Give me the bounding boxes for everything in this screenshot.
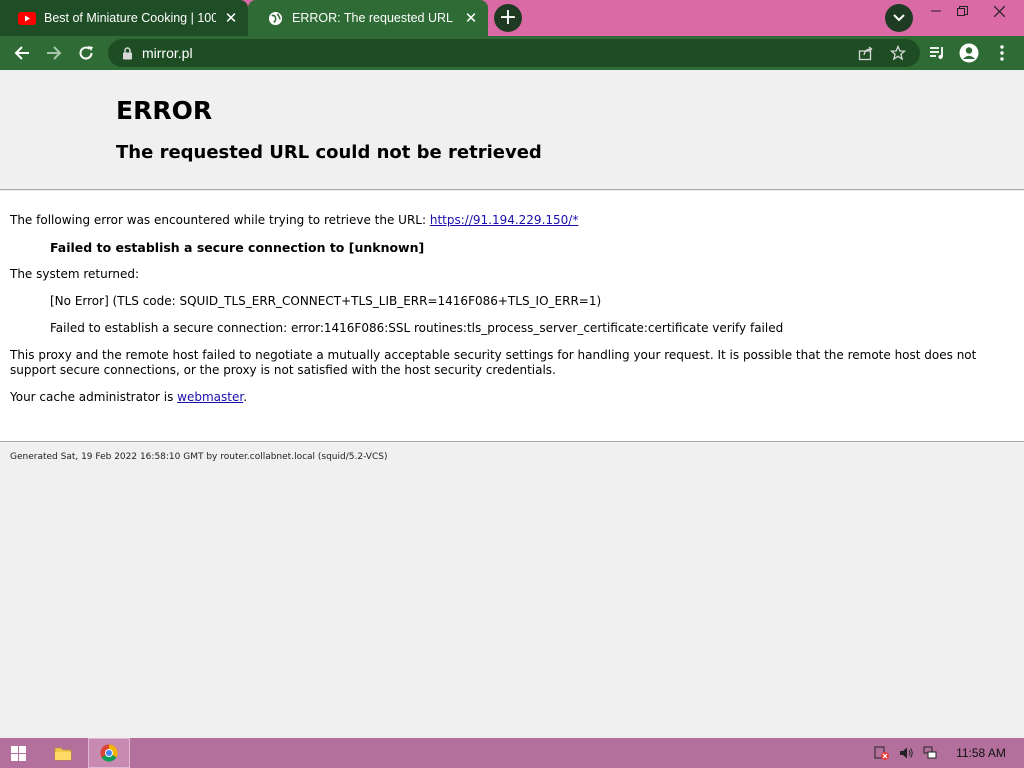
youtube-icon: [18, 9, 36, 27]
page-subtitle: The requested URL could not be retrieved: [116, 142, 542, 163]
forward-arrow-icon: [47, 46, 62, 60]
volume-icon[interactable]: [896, 738, 916, 768]
tab-error-page[interactable]: ERROR: The requested URL could ✕: [248, 0, 488, 36]
error-header: ERROR The requested URL could not be ret…: [0, 70, 1024, 190]
tls-code-text: [No Error] (TLS code: SQUID_TLS_ERR_CONN…: [50, 294, 602, 308]
globe-icon: [266, 9, 284, 27]
forward-button[interactable]: [40, 39, 68, 67]
minimize-icon: [931, 10, 941, 12]
chrome-taskbar-button[interactable]: [88, 738, 130, 768]
windows-logo-icon: [10, 745, 26, 761]
tab-title: ERROR: The requested URL could: [292, 11, 456, 25]
close-tab-icon[interactable]: ✕: [462, 9, 480, 27]
media-control-button[interactable]: [923, 39, 951, 67]
error-heading: Failed to establish a secure connection …: [50, 240, 425, 255]
system-clock[interactable]: 11:58 AM: [948, 738, 1014, 768]
browser-toolbar: mirror.pl: [0, 36, 1024, 70]
tab-title: Best of Miniature Cooking | 1000: [44, 11, 216, 25]
close-window-button[interactable]: [982, 0, 1016, 22]
start-button[interactable]: [0, 738, 36, 768]
menu-button[interactable]: [988, 39, 1016, 67]
share-icon: [858, 46, 873, 61]
chevron-down-icon: [893, 14, 905, 22]
reload-button[interactable]: [72, 39, 100, 67]
back-arrow-icon: [14, 46, 29, 60]
admin-line: Your cache administrator is webmaster.: [10, 390, 247, 404]
restore-button[interactable]: [945, 0, 979, 22]
network-warning-icon[interactable]: [872, 738, 892, 768]
share-button[interactable]: [852, 39, 880, 67]
kebab-menu-icon: [1000, 45, 1004, 61]
folder-icon: [54, 747, 72, 760]
requested-url-link[interactable]: https://91.194.229.150/*: [430, 213, 578, 227]
page-title: ERROR: [116, 96, 213, 125]
bookmark-button[interactable]: [884, 39, 912, 67]
page-content: ERROR The requested URL could not be ret…: [0, 70, 1024, 738]
network-icon[interactable]: [920, 738, 940, 768]
url-text: mirror.pl: [142, 45, 193, 61]
admin-suffix: .: [243, 390, 248, 404]
intro-line: The following error was encountered whil…: [10, 213, 578, 227]
intro-text: The following error was encountered whil…: [10, 213, 430, 227]
avatar-icon: [959, 43, 979, 63]
address-bar[interactable]: mirror.pl: [108, 39, 920, 67]
close-icon: [993, 5, 1005, 17]
restore-icon: [956, 5, 968, 16]
admin-prefix: Your cache administrator is: [10, 390, 178, 404]
tab-search-button[interactable]: [885, 4, 913, 32]
lock-icon[interactable]: [112, 46, 142, 60]
close-tab-icon[interactable]: ✕: [222, 9, 240, 27]
tab-strip: Best of Miniature Cooking | 1000 ✕ ERROR…: [0, 0, 1024, 36]
tab-youtube[interactable]: Best of Miniature Cooking | 1000 ✕: [0, 0, 248, 36]
explanation-text: This proxy and the remote host failed to…: [10, 348, 977, 377]
webmaster-link[interactable]: webmaster: [177, 390, 243, 404]
new-tab-button[interactable]: +: [494, 4, 522, 32]
profile-button[interactable]: [955, 39, 983, 67]
star-icon: [890, 45, 906, 61]
tls-detail-text: Failed to establish a secure connection:…: [50, 321, 784, 335]
system-returned-label: The system returned:: [10, 267, 140, 281]
playlist-icon: [929, 47, 943, 59]
error-body: The following error was encountered whil…: [0, 191, 1024, 442]
chrome-icon: [100, 744, 118, 762]
reload-icon: [79, 46, 93, 60]
taskbar: 11:58 AM: [0, 738, 1024, 768]
back-button[interactable]: [8, 39, 36, 67]
generated-footer: Generated Sat, 19 Feb 2022 16:58:10 GMT …: [10, 452, 388, 462]
file-explorer-button[interactable]: [46, 738, 80, 768]
